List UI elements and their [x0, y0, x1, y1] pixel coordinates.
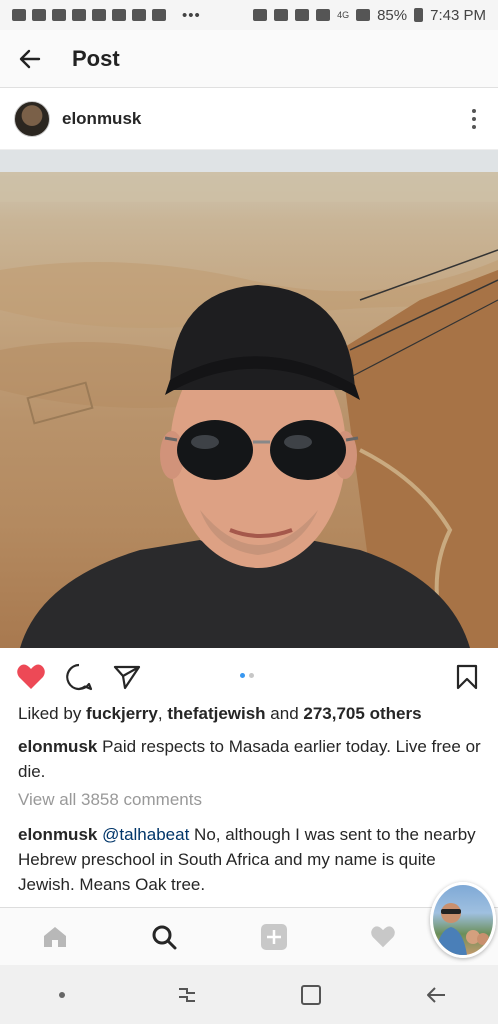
view-all-comments-link[interactable]: View all 3858 comments: [18, 790, 202, 810]
lock-icon: [253, 9, 268, 21]
likes-and: and: [265, 704, 304, 723]
save-button[interactable]: [452, 662, 482, 692]
likes-summary[interactable]: Liked by fuckjerry, thefatjewish and 273…: [18, 704, 483, 724]
system-status: 4G 85% 7:43 PM: [253, 7, 486, 24]
comment-item: elonmusk @talhabeat No, although I was s…: [18, 822, 483, 897]
post-username[interactable]: elonmusk: [62, 109, 141, 129]
photo-illustration: [0, 150, 498, 648]
back-button[interactable]: [16, 45, 44, 73]
home-button[interactable]: [291, 975, 331, 1015]
signal-icon: [356, 9, 371, 21]
comment-icon: [66, 663, 93, 691]
network-type: 4G: [337, 10, 350, 20]
send-icon: [113, 665, 141, 690]
add-post-icon: [260, 923, 287, 950]
battery-percent: 85%: [377, 6, 408, 24]
back-arrow-icon: [426, 986, 445, 1003]
messenger-icon: [132, 9, 146, 21]
bookmark-icon: [456, 664, 478, 690]
dot-icon: [472, 108, 476, 113]
dot-icon: [59, 991, 66, 998]
facebook-icon: [12, 9, 26, 21]
heart-icon: [371, 925, 396, 947]
like-button[interactable]: [16, 662, 46, 692]
search-icon: [152, 925, 177, 949]
home-icon: [43, 926, 66, 947]
pager-dot-active: [240, 673, 245, 678]
share-button[interactable]: [112, 662, 142, 692]
nav-activity[interactable]: [363, 917, 403, 957]
truncated-comment: ........ .......... ............. ......…: [18, 897, 255, 907]
nav-home[interactable]: [35, 917, 75, 957]
recents-icon: [178, 987, 195, 1002]
system-navigation: [0, 965, 498, 1024]
more-notifications: •••: [182, 6, 201, 24]
pager-dot: [249, 673, 254, 678]
profile-photo: [435, 903, 489, 955]
twitter-icon: [32, 9, 46, 21]
twitter-icon: [72, 9, 86, 21]
likes-prefix: Liked by: [18, 704, 87, 723]
alarm-icon: [295, 9, 310, 21]
comment-button[interactable]: [64, 662, 94, 692]
likes-sep: ,: [157, 704, 168, 723]
more-options-button[interactable]: [464, 104, 484, 134]
bottom-navigation: [0, 907, 498, 965]
dot-icon: [472, 124, 476, 129]
battery-icon: [414, 8, 424, 22]
system-back-button[interactable]: [416, 975, 456, 1015]
comment-mention[interactable]: @talhabeat: [102, 825, 189, 844]
wifi-icon: [316, 9, 331, 21]
nav-new-post[interactable]: [254, 917, 294, 957]
post-actions: [0, 656, 498, 698]
status-bar: ••• 4G 85% 7:43 PM: [0, 0, 498, 30]
liker-2[interactable]: thefatjewish: [167, 704, 265, 723]
bluetooth-icon: [274, 9, 289, 21]
nav-icon: [152, 9, 166, 21]
assistant-dot-button[interactable]: [42, 975, 82, 1015]
liker-1[interactable]: fuckjerry: [86, 704, 158, 723]
app-header: Post: [0, 30, 498, 88]
carousel-indicator: [240, 673, 254, 678]
heart-icon: [17, 664, 45, 689]
bug-icon: [112, 9, 126, 21]
page-title: Post: [72, 45, 120, 71]
mail-icon: [92, 9, 106, 21]
comment-username[interactable]: elonmusk: [18, 825, 97, 844]
avatar[interactable]: [14, 100, 50, 137]
ebay-icon: [52, 9, 66, 21]
likes-count[interactable]: 273,705 others: [303, 704, 421, 723]
post-author-row: elonmusk: [0, 88, 498, 150]
recents-button[interactable]: [167, 975, 207, 1015]
caption-username[interactable]: elonmusk: [18, 737, 97, 756]
nav-search[interactable]: [144, 917, 184, 957]
notification-icons: •••: [12, 7, 201, 24]
post-photo[interactable]: [0, 150, 498, 648]
back-arrow-icon: [19, 49, 41, 68]
dot-icon: [472, 116, 476, 121]
profile-avatar-bubble[interactable]: [430, 882, 496, 958]
home-square-icon: [301, 984, 322, 1005]
clock: 7:43 PM: [430, 6, 486, 24]
post-caption: elonmusk Paid respects to Masada earlier…: [18, 734, 483, 784]
